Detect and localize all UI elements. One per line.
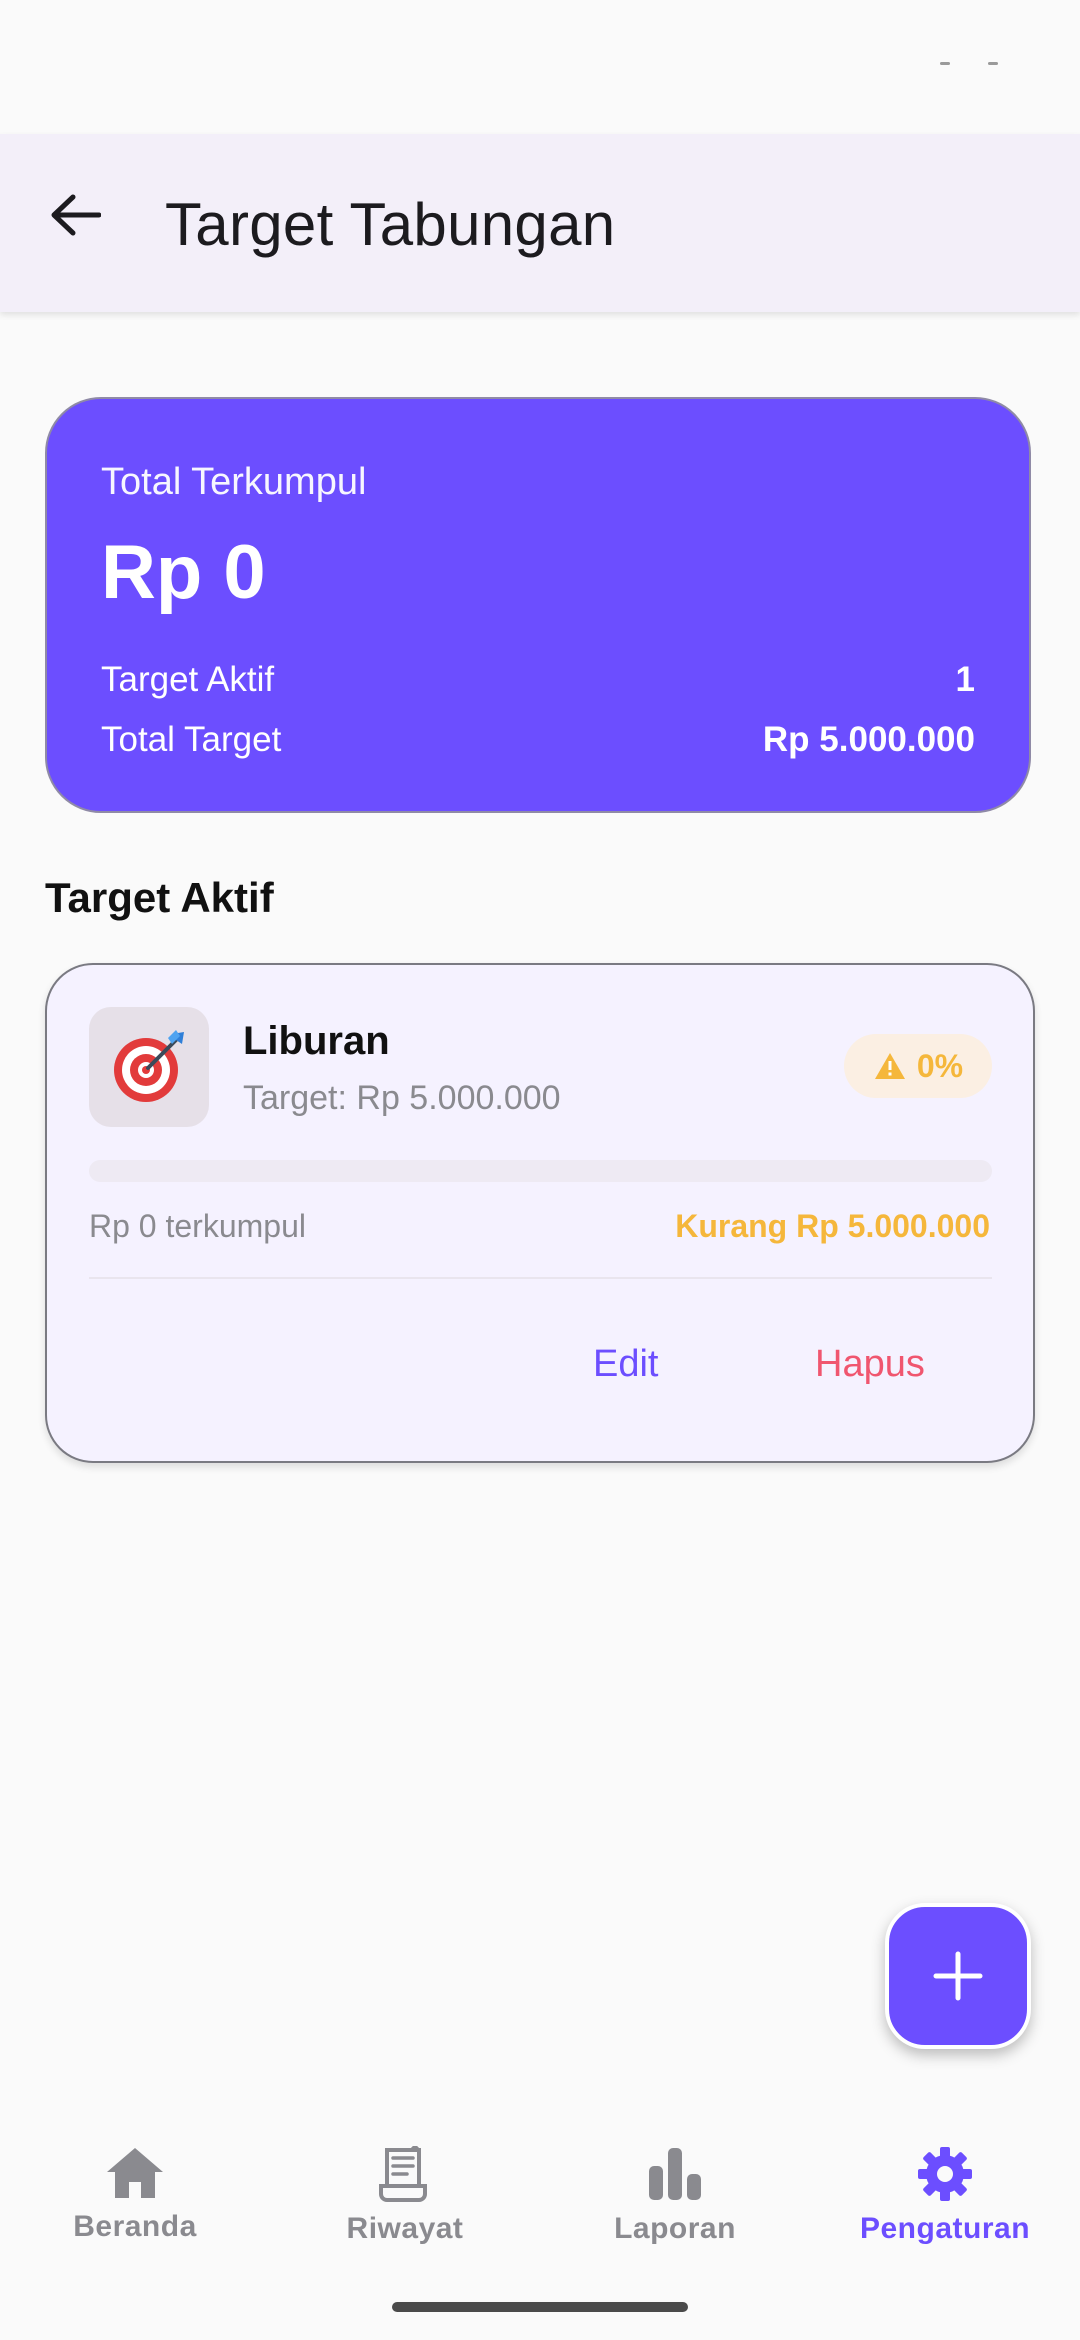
nav-label: Riwayat [346,2212,464,2245]
progress-percent-badge: 0% [844,1034,992,1098]
home-indicator[interactable] [392,2302,688,2312]
collected-amount: Rp 0 terkumpul [89,1208,306,1244]
nav-label: Laporan [614,2212,736,2245]
total-collected-amount: Rp 0 [101,530,266,615]
home-icon [107,2148,163,2198]
add-target-button[interactable] [885,1903,1031,2049]
progress-percent: 0% [916,1047,964,1084]
target-emoji-icon [114,1030,184,1102]
active-targets-row: Target Aktif 1 [101,660,975,700]
total-target-label: Total Target [101,720,282,759]
section-title: Target Aktif [45,874,274,921]
total-target-row: Total Target Rp 5.000.000 [101,720,975,760]
nav-label: Pengaturan [859,2212,1031,2245]
goal-target-amount: Target: Rp 5.000.000 [243,1079,561,1117]
back-button[interactable] [40,180,110,250]
delete-button[interactable]: Hapus [815,1343,925,1386]
bar-chart-icon [649,2148,701,2200]
total-collected-label: Total Terkumpul [101,461,367,503]
receipt-icon [379,2146,427,2202]
status-indicator-dot [988,62,998,65]
arrow-left-icon [51,194,101,236]
app-bar: Target Tabungan [0,134,1080,312]
goal-icon-container [89,1007,209,1127]
divider [89,1277,992,1279]
gear-icon [918,2147,972,2201]
goal-name: Liburan [243,1019,390,1063]
savings-summary-card: Total Terkumpul Rp 0 Target Aktif 1 Tota… [45,397,1031,813]
active-targets-label: Target Aktif [101,660,275,699]
nav-item-beranda[interactable]: Beranda [0,2146,270,2244]
status-bar [0,0,1080,134]
total-target-value: Rp 5.000.000 [762,720,975,759]
page-title: Target Tabungan [165,191,616,258]
nav-label: Beranda [73,2210,197,2243]
progress-bar [89,1160,992,1182]
status-indicator-dot [940,62,950,65]
goal-card[interactable]: Liburan Target: Rp 5.000.000 0% Rp 0 ter… [45,963,1035,1463]
plus-icon [933,1951,983,2001]
remaining-amount: Kurang Rp 5.000.000 [675,1208,990,1244]
edit-button[interactable]: Edit [593,1343,658,1386]
nav-item-laporan[interactable]: Laporan [540,2146,810,2246]
active-targets-value: 1 [955,660,975,699]
warning-icon [874,1053,905,1079]
nav-item-pengaturan[interactable]: Pengaturan [810,2146,1080,2246]
nav-item-riwayat[interactable]: Riwayat [270,2146,540,2246]
